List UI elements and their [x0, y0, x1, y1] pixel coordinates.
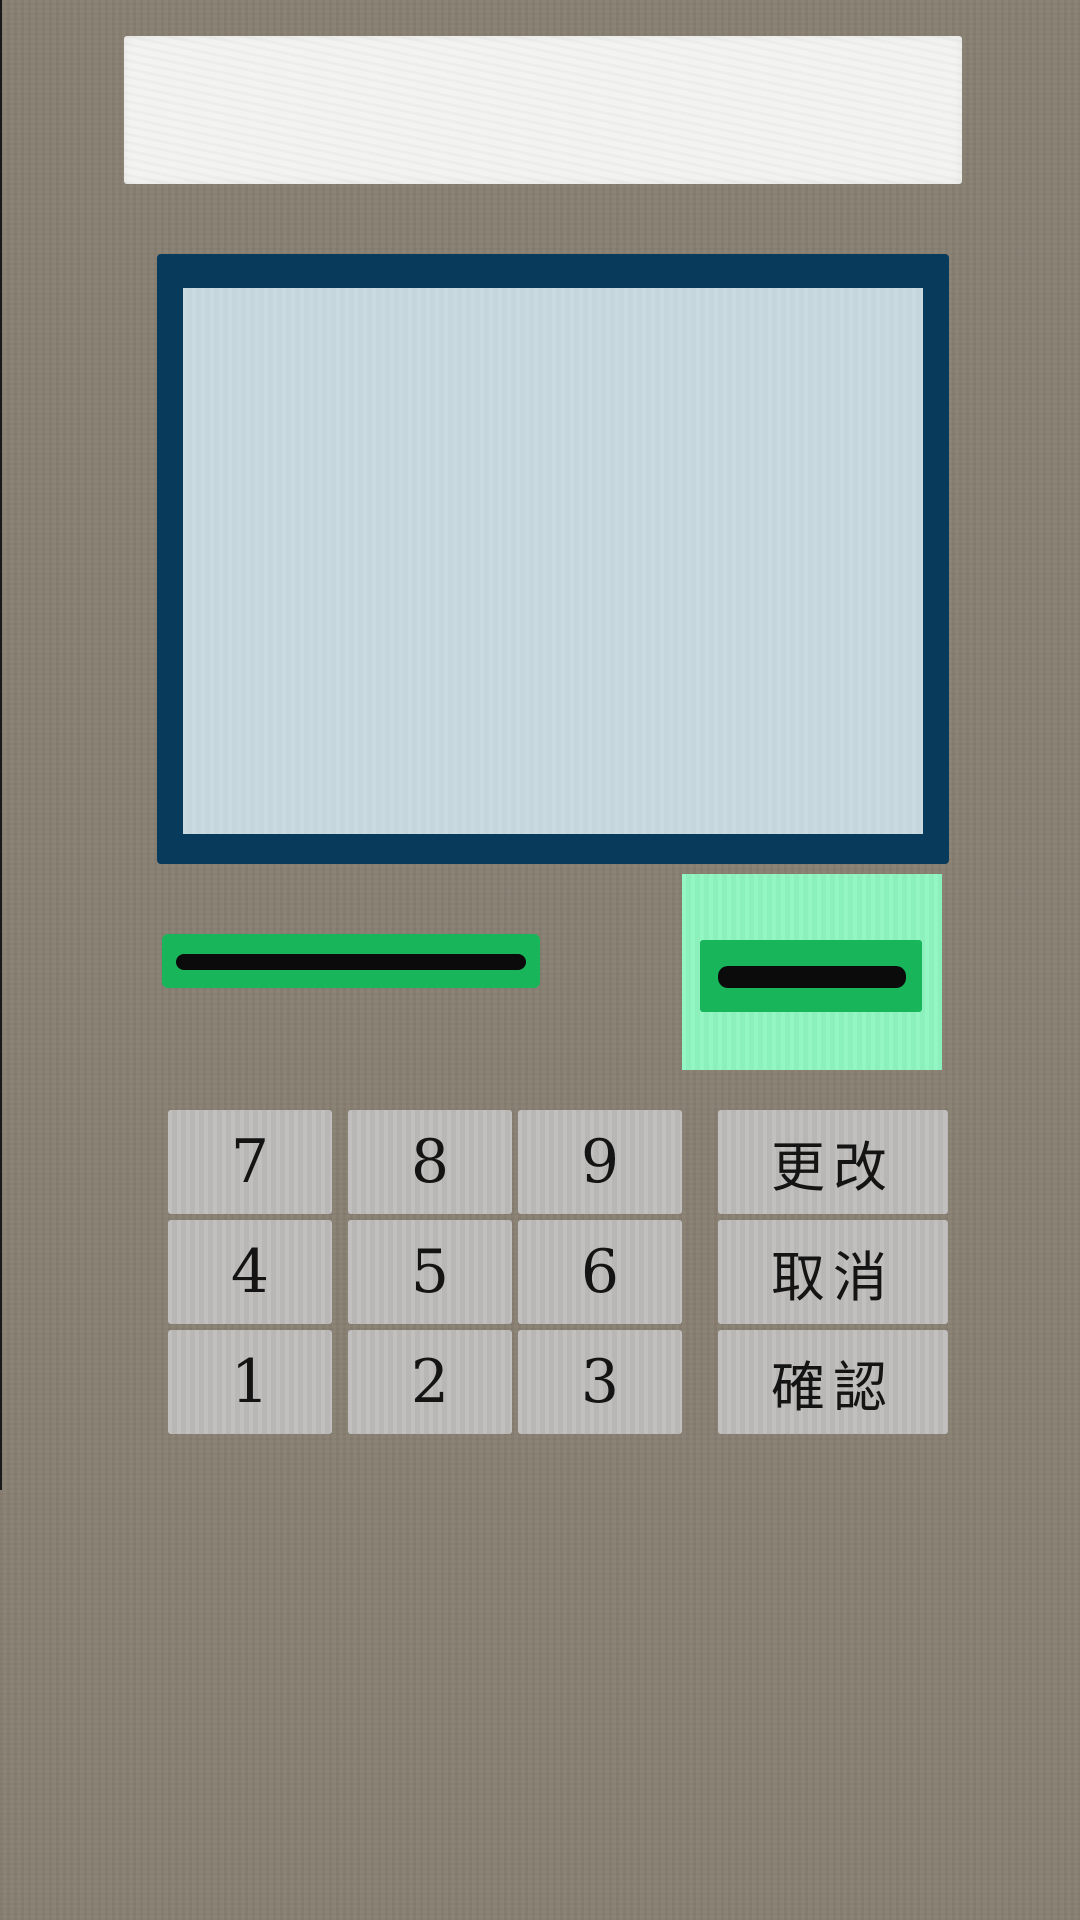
cancel-button[interactable]: 取消 [718, 1220, 948, 1324]
key-3[interactable]: 3 [518, 1330, 682, 1434]
screen-frame [157, 254, 949, 864]
key-5[interactable]: 5 [348, 1220, 512, 1324]
key-2[interactable]: 2 [348, 1330, 512, 1434]
atm-screen [183, 288, 923, 834]
cash-slot [700, 940, 922, 1012]
card-slot-opening [176, 954, 526, 970]
change-button[interactable]: 更改 [718, 1110, 948, 1214]
key-7[interactable]: 7 [168, 1110, 332, 1214]
key-1[interactable]: 1 [168, 1330, 332, 1434]
key-6[interactable]: 6 [518, 1220, 682, 1324]
top-banner [124, 36, 962, 184]
key-4[interactable]: 4 [168, 1220, 332, 1324]
confirm-button[interactable]: 確認 [718, 1330, 948, 1434]
atm-machine: 7 8 9 4 5 6 1 2 3 更改 取消 確認 [0, 0, 1080, 1920]
machine-edge [0, 0, 2, 1490]
card-slot[interactable] [162, 934, 540, 988]
cash-slot-opening [718, 966, 906, 988]
cash-dispenser[interactable] [682, 874, 942, 1070]
key-9[interactable]: 9 [518, 1110, 682, 1214]
key-8[interactable]: 8 [348, 1110, 512, 1214]
